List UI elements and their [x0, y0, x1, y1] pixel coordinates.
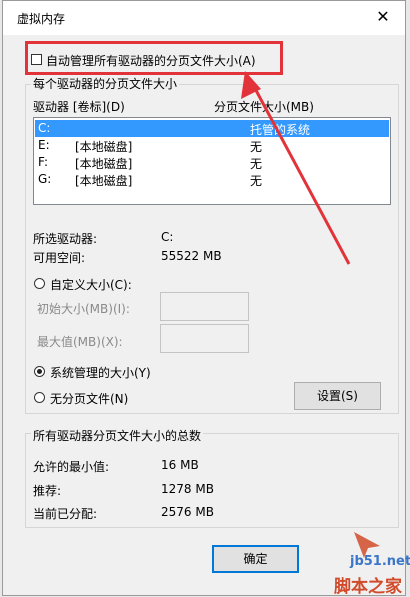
annotation-arrow-icon — [241, 71, 351, 265]
watermark-domain: jb51.net — [350, 554, 410, 569]
watermark-brand: 脚本之家 — [334, 577, 402, 597]
virtual-memory-dialog: 虚拟内存 ✕ 自动管理所有驱动器的分页文件大小(A) 每个驱动器的分页文件大小 … — [2, 0, 406, 596]
